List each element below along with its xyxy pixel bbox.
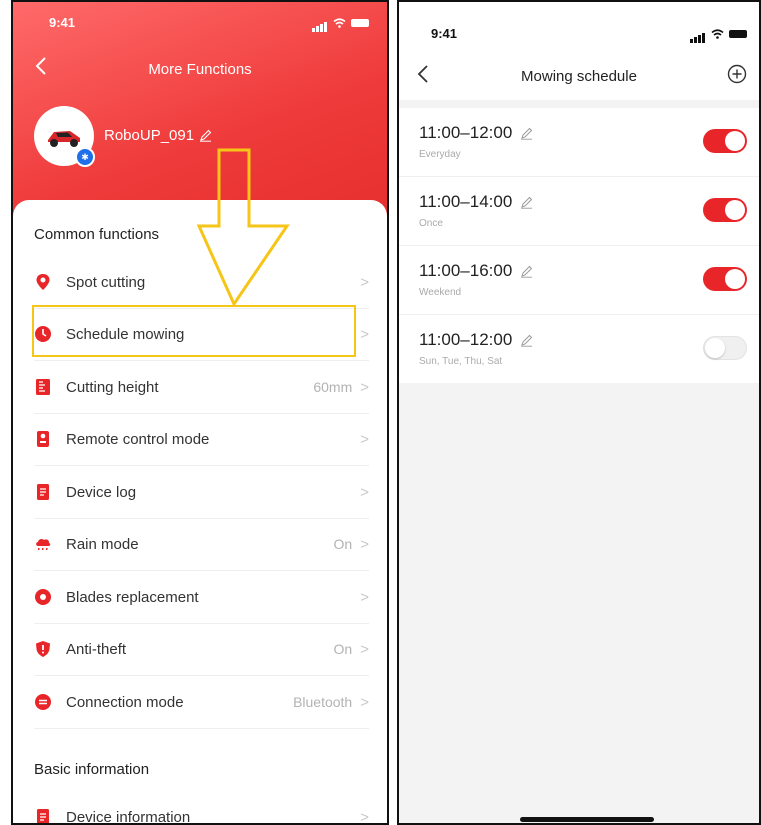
row-label: Device information [66,808,191,825]
empty-area [399,383,759,823]
edit-pencil-icon[interactable] [520,196,533,209]
more-functions-screen: 9:41 More Functions ✱ RoboUP_091 Common … [11,0,389,825]
row-connection-mode[interactable]: Connection mode Bluetooth > [34,676,369,729]
chevron-right-icon: > [360,483,369,501]
chevron-right-icon: > [360,430,369,448]
toggle-knob [705,338,725,358]
row-device-log[interactable]: Device log > [34,466,369,519]
schedule-toggle[interactable] [703,198,747,222]
schedule-time: 11:00–16:00 [419,261,533,281]
status-bar: 9:41 [13,2,387,36]
section-basic-information: Basic information [34,761,150,778]
location-pin-icon [34,273,52,291]
status-bar: 9:41 [399,2,759,43]
arrow-down-icon [196,148,290,308]
wifi-icon [333,18,346,28]
chevron-right-icon: > [360,378,369,396]
row-value: On [333,536,353,552]
row-value: 60mm [313,379,353,395]
row-blades-replacement[interactable]: Blades replacement > [34,571,369,624]
chevron-right-icon: > [360,325,369,343]
page-title: More Functions [148,61,252,78]
edit-pencil-icon[interactable] [520,265,533,278]
link-icon [34,693,52,711]
battery-icon [351,19,369,27]
row-value: Bluetooth [293,694,353,710]
highlight-box [32,305,356,357]
schedule-repeat: Sun, Tue, Thu, Sat [419,356,503,367]
chevron-right-icon: > [360,535,369,553]
blade-icon [34,588,52,606]
toggle-knob [725,269,745,289]
page-title: Mowing schedule [521,68,637,85]
schedule-toggle[interactable] [703,336,747,360]
schedule-time-text: 11:00–16:00 [419,261,513,280]
shield-icon [34,640,52,658]
remote-control-icon [34,430,52,448]
toggle-knob [725,131,745,151]
status-icons [690,25,747,43]
document-icon [34,808,52,823]
row-rain-mode[interactable]: Rain mode On > [34,518,369,571]
schedule-time: 11:00–14:00 [419,192,533,212]
row-device-information[interactable]: Device information > [34,791,369,825]
edit-pencil-icon[interactable] [520,334,533,347]
chevron-right-icon: > [360,693,369,711]
device-name[interactable]: RoboUP_091 [104,127,212,144]
mowing-schedule-screen: 9:41 Mowing schedule 11:00–12:00 Everyda… [397,0,761,825]
chevron-right-icon: > [360,808,369,825]
row-label: Anti-theft [66,640,127,658]
schedule-repeat: Everyday [419,149,461,160]
ruler-icon [34,378,52,396]
schedule-item[interactable]: 11:00–12:00 Everyday [399,108,759,177]
status-icons [312,14,369,32]
edit-pencil-icon[interactable] [199,129,212,142]
schedule-time-text: 11:00–12:00 [419,330,513,349]
add-schedule-icon[interactable] [727,64,747,84]
device-name-text: RoboUP_091 [104,127,195,144]
edit-pencil-icon[interactable] [520,127,533,140]
schedule-time: 11:00–12:00 [419,330,533,350]
schedule-item[interactable]: 11:00–12:00 Sun, Tue, Thu, Sat [399,315,759,384]
schedule-repeat: Weekend [419,287,462,298]
chevron-right-icon: > [360,273,369,291]
schedule-time-text: 11:00–14:00 [419,192,513,211]
row-value: On [333,641,353,657]
section-common-functions: Common functions [34,226,160,243]
schedule-toggle[interactable] [703,267,747,291]
schedule-time-text: 11:00–12:00 [419,123,513,142]
rain-cloud-icon [34,535,52,553]
battery-icon [729,30,747,38]
schedule-item[interactable]: 11:00–16:00 Weekend [399,246,759,315]
row-label: Device log [66,483,137,501]
chevron-right-icon: > [360,640,369,658]
toggle-knob [725,200,745,220]
schedule-item[interactable]: 11:00–14:00 Once [399,177,759,246]
mower-icon [48,131,80,147]
row-anti-theft[interactable]: Anti-theft On > [34,623,369,676]
schedule-time: 11:00–12:00 [419,123,533,143]
wifi-icon [711,29,724,39]
device-avatar[interactable]: ✱ [34,106,95,167]
bluetooth-icon: ✱ [75,147,95,167]
row-cutting-height[interactable]: Cutting height 60mm > [34,361,369,414]
row-label: Connection mode [66,693,184,711]
separator [399,100,759,108]
schedule-repeat: Once [419,218,443,229]
row-label: Blades replacement [66,588,199,606]
schedule-toggle[interactable] [703,129,747,153]
row-label: Cutting height [66,378,159,396]
row-remote-control-mode[interactable]: Remote control mode > [34,413,369,466]
signal-icon [312,14,328,32]
home-indicator [520,817,654,822]
status-time: 9:41 [49,15,76,30]
row-label: Rain mode [66,535,139,553]
row-label: Remote control mode [66,430,210,448]
document-icon [34,483,52,501]
status-time: 9:41 [431,26,458,41]
chevron-right-icon: > [360,588,369,606]
signal-icon [690,25,706,43]
